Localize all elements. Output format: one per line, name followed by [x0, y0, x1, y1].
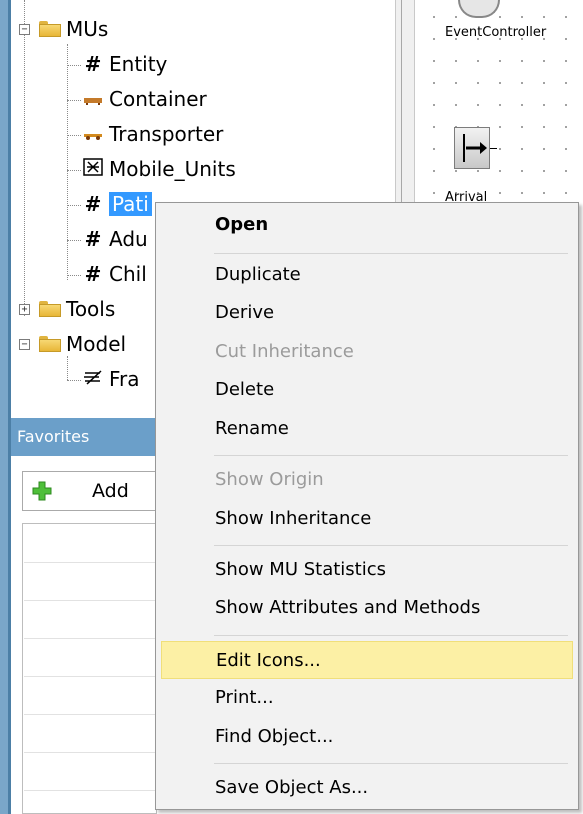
tree-connector — [24, 0, 25, 316]
tree-item-adult[interactable]: # Adu — [82, 224, 148, 254]
tree-connector — [67, 170, 81, 171]
tree-item-mobile-units[interactable]: Mobile_Units — [82, 154, 236, 184]
transporter-icon — [82, 122, 104, 146]
entity-hash-icon: # — [84, 192, 102, 216]
collapse-toggle-models[interactable]: − — [19, 339, 30, 350]
tree-item-label: Fra — [109, 367, 140, 391]
list-row-divider — [24, 752, 156, 753]
tree-item-label: Chil — [109, 262, 147, 286]
menu-item-delete[interactable]: Delete — [161, 371, 573, 409]
entity-hash-icon: # — [84, 262, 102, 286]
menu-item-print[interactable]: Print... — [161, 679, 573, 717]
menu-separator — [214, 545, 568, 546]
list-row-divider — [24, 600, 156, 601]
tree-item-label: Transporter — [109, 122, 224, 146]
tree-item-container[interactable]: Container — [82, 84, 207, 114]
event-controller-label: EventController — [445, 25, 547, 40]
list-row-divider — [24, 714, 156, 715]
tree-item-child[interactable]: # Chil — [82, 259, 147, 289]
source-arrival-icon[interactable] — [454, 127, 490, 169]
tree-connector — [67, 380, 81, 381]
folder-icon — [39, 336, 61, 352]
tree-item-models[interactable]: Model — [39, 329, 126, 359]
tree-connector — [67, 135, 81, 136]
tree-connector — [67, 356, 68, 380]
list-row-divider — [24, 676, 156, 677]
tree-item-label: Adu — [109, 227, 148, 251]
tree-item-transporter[interactable]: Transporter — [82, 119, 223, 149]
list-row-divider — [24, 562, 156, 563]
menu-item-open[interactable]: Open — [161, 206, 573, 244]
tree-item-label: Entity — [109, 52, 168, 76]
entity-hash-icon: # — [84, 52, 102, 76]
arrival-label: Arrival — [445, 190, 488, 202]
menu-item-show-mu-statistics[interactable]: Show MU Statistics — [161, 551, 573, 589]
menu-separator — [214, 763, 568, 764]
list-row-divider — [24, 638, 156, 639]
container-icon — [82, 87, 104, 111]
arrow-into-bar-icon — [463, 134, 487, 162]
favorites-add-button[interactable]: Add — [22, 471, 157, 511]
expand-toggle-tools[interactable]: + — [19, 304, 30, 315]
tree-item-patient[interactable]: # Pati — [82, 189, 152, 219]
favorites-list[interactable] — [22, 523, 157, 814]
menu-separator — [214, 455, 568, 456]
menu-item-duplicate[interactable]: Duplicate — [161, 256, 573, 294]
menu-item-show-origin: Show Origin — [215, 469, 324, 490]
menu-item-derive[interactable]: Derive — [161, 294, 573, 332]
tree-item-label: Tools — [66, 297, 116, 321]
tree-item-label: Model — [66, 332, 127, 356]
tree-item-frame[interactable]: Fra — [82, 364, 140, 394]
favorites-add-label: Add — [92, 480, 129, 502]
tree-item-mus[interactable]: MUs — [39, 14, 108, 44]
tree-item-tools[interactable]: Tools — [39, 294, 115, 324]
mobile-units-icon — [82, 157, 104, 181]
menu-item-rename[interactable]: Rename — [161, 410, 573, 448]
folder-icon — [39, 301, 61, 317]
tree-connector — [67, 205, 81, 206]
tree-item-label: Mobile_Units — [109, 157, 236, 181]
menu-separator — [214, 253, 568, 254]
entity-hash-icon: # — [84, 227, 102, 251]
menu-item-edit-icons[interactable]: Edit Icons... — [161, 641, 573, 679]
favorites-header: Favorites — [11, 418, 156, 456]
menu-item-find-object[interactable]: Find Object... — [161, 718, 573, 756]
menu-item-cut-inheritance: Cut Inheritance — [215, 341, 354, 362]
tree-item-label-selected: Pati — [109, 192, 152, 216]
tree-connector — [67, 65, 81, 66]
tree-connector — [67, 240, 81, 241]
menu-item-show-inheritance[interactable]: Show Inheritance — [161, 500, 573, 538]
frame-icon — [82, 367, 104, 391]
tree-connector — [67, 44, 68, 280]
menu-item-show-attributes-and-methods[interactable]: Show Attributes and Methods — [161, 589, 573, 627]
menu-separator — [214, 635, 568, 636]
context-menu: Open Duplicate Derive Cut Inheritance De… — [155, 202, 579, 810]
tree-connector — [67, 275, 81, 276]
list-row-divider — [24, 790, 156, 791]
connector-line — [490, 148, 497, 149]
tree-item-entity[interactable]: # Entity — [82, 49, 168, 79]
add-icon — [32, 481, 52, 501]
folder-icon — [39, 21, 61, 37]
tree-connector — [67, 100, 81, 101]
tree-item-label: Container — [109, 87, 207, 111]
tree-item-label: MUs — [66, 17, 109, 41]
menu-item-save-object-as[interactable]: Save Object As... — [161, 769, 573, 807]
collapse-toggle-mus[interactable]: − — [19, 24, 30, 35]
